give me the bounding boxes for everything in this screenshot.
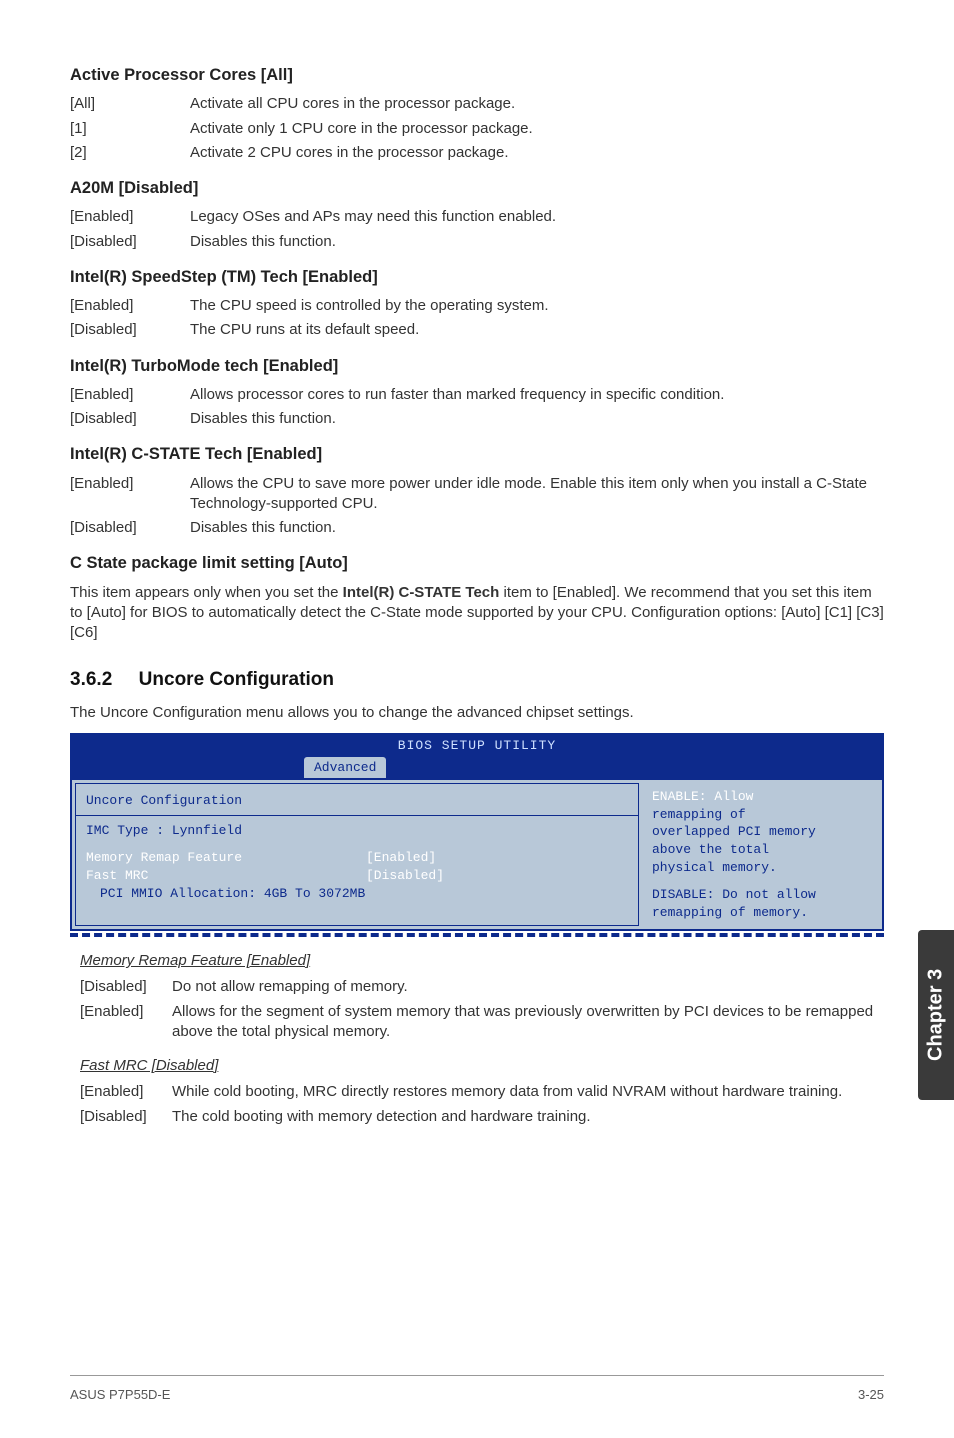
bios-help-line: overlapped PCI memory [652, 823, 872, 841]
option-val: Disables this function. [190, 409, 884, 429]
footer-left: ASUS P7P55D-E [70, 1386, 170, 1404]
option-key: [Disabled] [70, 518, 190, 538]
option-key: [Disabled] [80, 1107, 172, 1127]
option-val: Activate only 1 CPU core in the processo… [190, 119, 884, 139]
bios-setting-label: Memory Remap Feature [86, 849, 366, 867]
option-val: Allows processor cores to run faster tha… [190, 385, 884, 405]
section-title-cstate-limit: C State package limit setting [Auto] [70, 552, 884, 574]
option-key: [2] [70, 143, 190, 163]
option-row: [Disabled] The cold booting with memory … [80, 1107, 884, 1127]
bios-setting-label: Fast MRC [86, 867, 366, 885]
bios-body: Uncore Configuration IMC Type : Lynnfiel… [72, 778, 882, 929]
bios-setting-value: [Enabled] [366, 849, 436, 867]
option-val: Disables this function. [190, 232, 884, 252]
cstate-limit-paragraph: This item appears only when you set the … [70, 583, 884, 644]
bios-help-line: ENABLE: Allow [652, 788, 872, 806]
cstate-limit-bold: Intel(R) C-STATE Tech [343, 584, 500, 601]
option-key: [Disabled] [70, 409, 190, 429]
option-key: [Disabled] [70, 232, 190, 252]
option-val: Allows for the segment of system memory … [172, 1002, 884, 1043]
cstate-limit-pre: This item appears only when you set the [70, 584, 343, 601]
option-key: [Enabled] [70, 385, 190, 405]
section-title-turbo: Intel(R) TurboMode tech [Enabled] [70, 355, 884, 377]
section-title-cstate: Intel(R) C-STATE Tech [Enabled] [70, 443, 884, 465]
bios-left-panel: Uncore Configuration IMC Type : Lynnfiel… [75, 783, 639, 926]
bios-tab-advanced[interactable]: Advanced [304, 757, 386, 779]
bios-setting-row[interactable]: Fast MRC [Disabled] [86, 867, 628, 885]
option-row: [Enabled] Allows for the segment of syst… [80, 1002, 884, 1043]
bios-setting-value: [Disabled] [366, 867, 444, 885]
option-val: Legacy OSes and APs may need this functi… [190, 207, 884, 227]
section-title-speedstep: Intel(R) SpeedStep (TM) Tech [Enabled] [70, 266, 884, 288]
option-val: The CPU speed is controlled by the opera… [190, 296, 884, 316]
subsection-title: 3.6.2 Uncore Configuration [70, 667, 884, 693]
option-val: Activate 2 CPU cores in the processor pa… [190, 143, 884, 163]
option-key: [Enabled] [80, 1002, 172, 1043]
bios-setting-row[interactable]: Memory Remap Feature [Enabled] [86, 849, 628, 867]
option-key: [Enabled] [70, 207, 190, 227]
option-val: Do not allow remapping of memory. [172, 977, 884, 997]
option-row: [Enabled] Allows processor cores to run … [70, 385, 884, 405]
option-key: [All] [70, 94, 190, 114]
option-key: [Enabled] [80, 1082, 172, 1102]
bios-heading: Uncore Configuration [86, 792, 628, 810]
bios-help-panel: ENABLE: Allow remapping of overlapped PC… [642, 780, 882, 929]
subsection-number: 3.6.2 [70, 669, 112, 690]
bios-panel: BIOS SETUP UTILITY Advanced Uncore Confi… [70, 733, 884, 931]
bios-pci-allocation: PCI MMIO Allocation: 4GB To 3072MB [86, 885, 628, 903]
feature-title-mem-remap: Memory Remap Feature [Enabled] [80, 951, 884, 971]
bios-help-line: physical memory. [652, 859, 872, 877]
feature-title-fast-mrc: Fast MRC [Disabled] [80, 1056, 884, 1076]
bios-help-line: DISABLE: Do not allow [652, 886, 872, 904]
bios-help-line: above the total [652, 841, 872, 859]
bios-help-line: remapping of memory. [652, 904, 872, 922]
option-row: [Disabled] Disables this function. [70, 232, 884, 252]
option-val: Allows the CPU to save more power under … [190, 474, 884, 515]
option-val: The cold booting with memory detection a… [172, 1107, 884, 1127]
option-val: Activate all CPU cores in the processor … [190, 94, 884, 114]
bios-help-line: remapping of [652, 806, 872, 824]
option-row: [Disabled] Disables this function. [70, 409, 884, 429]
option-key: [1] [70, 119, 190, 139]
option-key: [Disabled] [80, 977, 172, 997]
option-row: [Enabled] While cold booting, MRC direct… [80, 1082, 884, 1102]
option-row: [Enabled] The CPU speed is controlled by… [70, 296, 884, 316]
option-row: [Enabled] Legacy OSes and APs may need t… [70, 207, 884, 227]
option-row: [Disabled] The CPU runs at its default s… [70, 320, 884, 340]
chapter-tab: Chapter 3 [918, 930, 954, 1100]
subsection-intro: The Uncore Configuration menu allows you… [70, 703, 884, 723]
bios-tabs: Advanced [72, 757, 882, 779]
bios-window-title: BIOS SETUP UTILITY [72, 735, 882, 757]
option-row: [1] Activate only 1 CPU core in the proc… [70, 119, 884, 139]
option-val: The CPU runs at its default speed. [190, 320, 884, 340]
subsection-name: Uncore Configuration [139, 669, 334, 690]
option-row: [Disabled] Disables this function. [70, 518, 884, 538]
option-row: [Enabled] Allows the CPU to save more po… [70, 474, 884, 515]
page-footer: ASUS P7P55D-E 3-25 [70, 1375, 884, 1404]
option-key: [Enabled] [70, 474, 190, 515]
option-key: [Enabled] [70, 296, 190, 316]
bios-divider [70, 933, 884, 937]
option-val: While cold booting, MRC directly restore… [172, 1082, 884, 1102]
bios-header: BIOS SETUP UTILITY [72, 735, 882, 757]
section-title-apc: Active Processor Cores [All] [70, 64, 884, 86]
option-row: [All] Activate all CPU cores in the proc… [70, 94, 884, 114]
option-row: [2] Activate 2 CPU cores in the processo… [70, 143, 884, 163]
option-row: [Disabled] Do not allow remapping of mem… [80, 977, 884, 997]
footer-right: 3-25 [858, 1386, 884, 1404]
bios-imc-type: IMC Type : Lynnfield [86, 822, 628, 840]
option-val: Disables this function. [190, 518, 884, 538]
section-title-a20m: A20M [Disabled] [70, 177, 884, 199]
option-key: [Disabled] [70, 320, 190, 340]
